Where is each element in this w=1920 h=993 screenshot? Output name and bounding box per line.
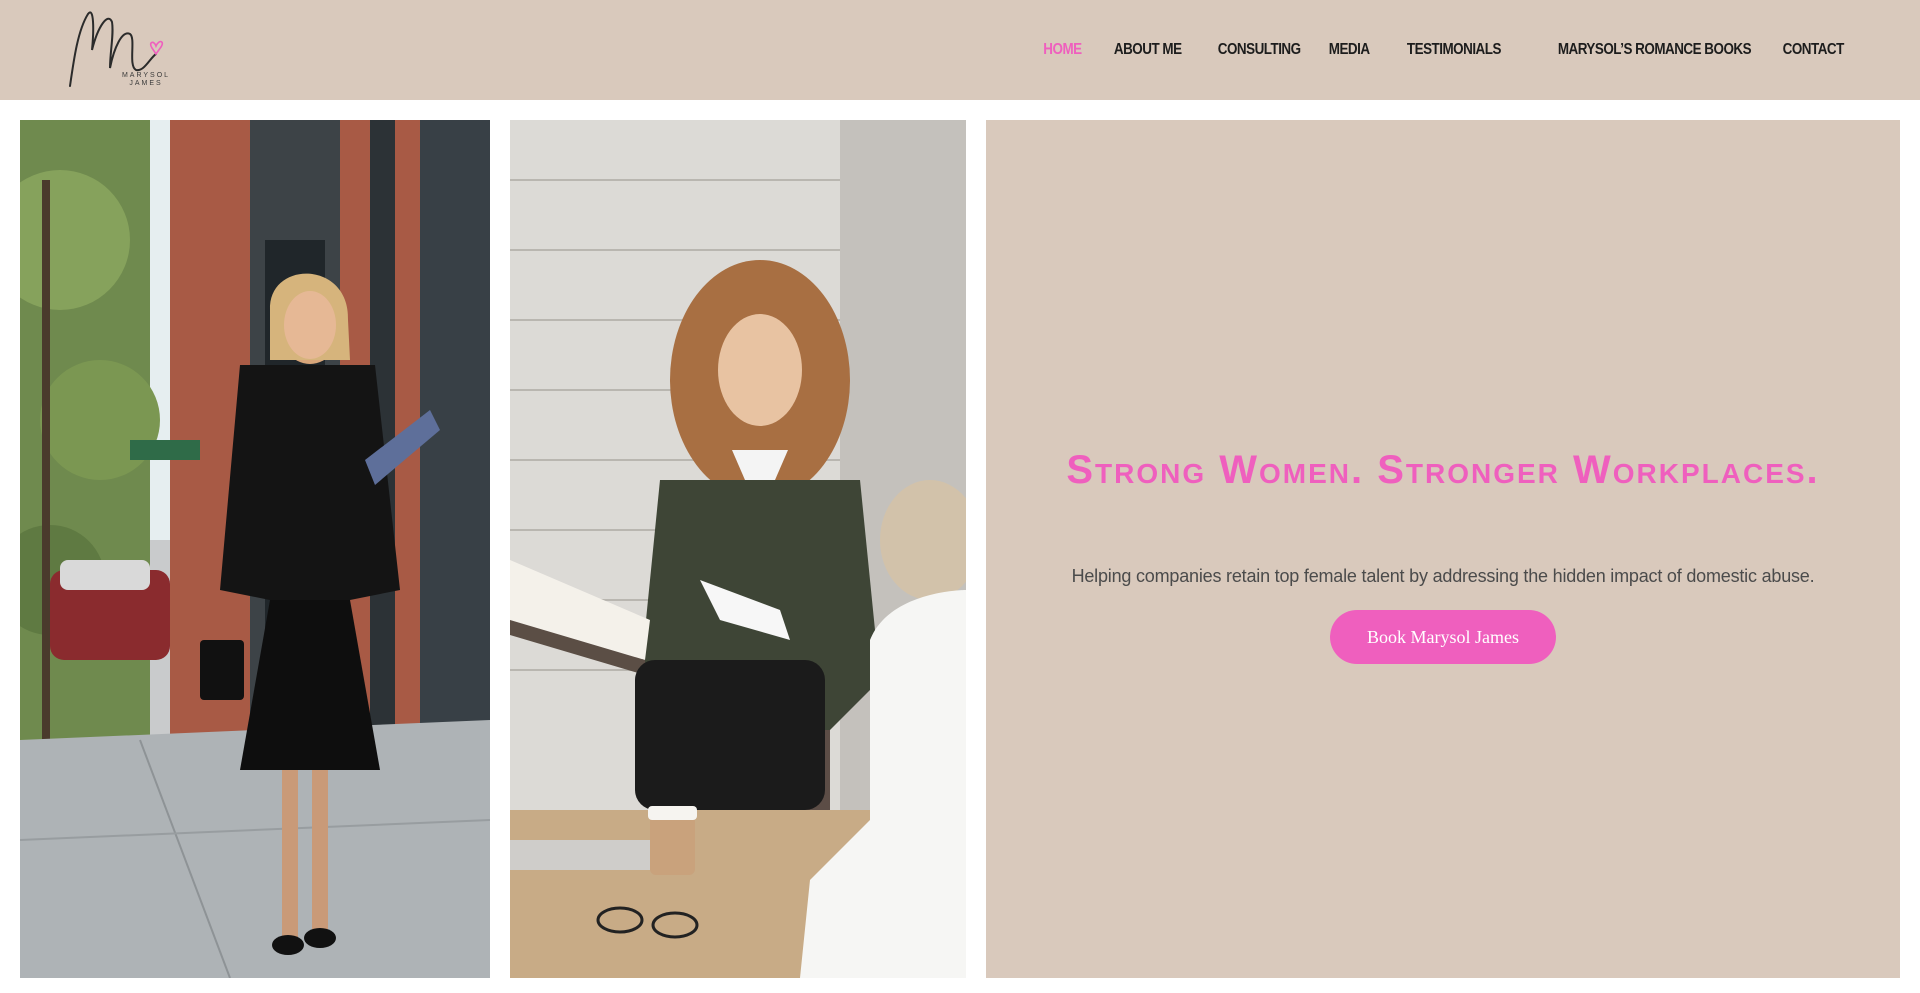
woman-holding-papers-photo bbox=[510, 120, 966, 978]
logo-wordmark: MARYSOL JAMES bbox=[116, 72, 176, 88]
site-logo[interactable]: MARYSOL JAMES bbox=[64, 8, 168, 92]
hero-section: Strong Women. Stronger Workplaces. Helpi… bbox=[986, 120, 1900, 978]
hero-title: Strong Women. Stronger Workplaces. bbox=[1066, 448, 1820, 492]
heart-icon bbox=[149, 40, 164, 56]
logo-name-line2: JAMES bbox=[129, 80, 163, 87]
nav-consulting[interactable]: Consulting bbox=[1218, 41, 1301, 59]
site-header: MARYSOL JAMES Home About Me Consulting M… bbox=[0, 0, 1920, 100]
nav-contact[interactable]: Contact bbox=[1783, 41, 1845, 59]
book-button[interactable]: Book Marysol James bbox=[1330, 610, 1556, 664]
nav-romance-books[interactable]: Marysol’s Romance Books bbox=[1558, 41, 1752, 59]
nav-media[interactable]: Media bbox=[1328, 41, 1369, 59]
nav-home[interactable]: Home bbox=[1043, 41, 1082, 59]
nav-about-me[interactable]: About Me bbox=[1114, 41, 1182, 59]
nav-testimonials[interactable]: Testimonials bbox=[1407, 41, 1502, 59]
businesswoman-walking-photo bbox=[20, 120, 490, 978]
main-nav: Home About Me Consulting Media Testimoni… bbox=[1016, 36, 1844, 64]
logo-name-line1: MARYSOL bbox=[121, 72, 171, 79]
hero-subtitle: Helping companies retain top female tale… bbox=[1071, 566, 1815, 586]
